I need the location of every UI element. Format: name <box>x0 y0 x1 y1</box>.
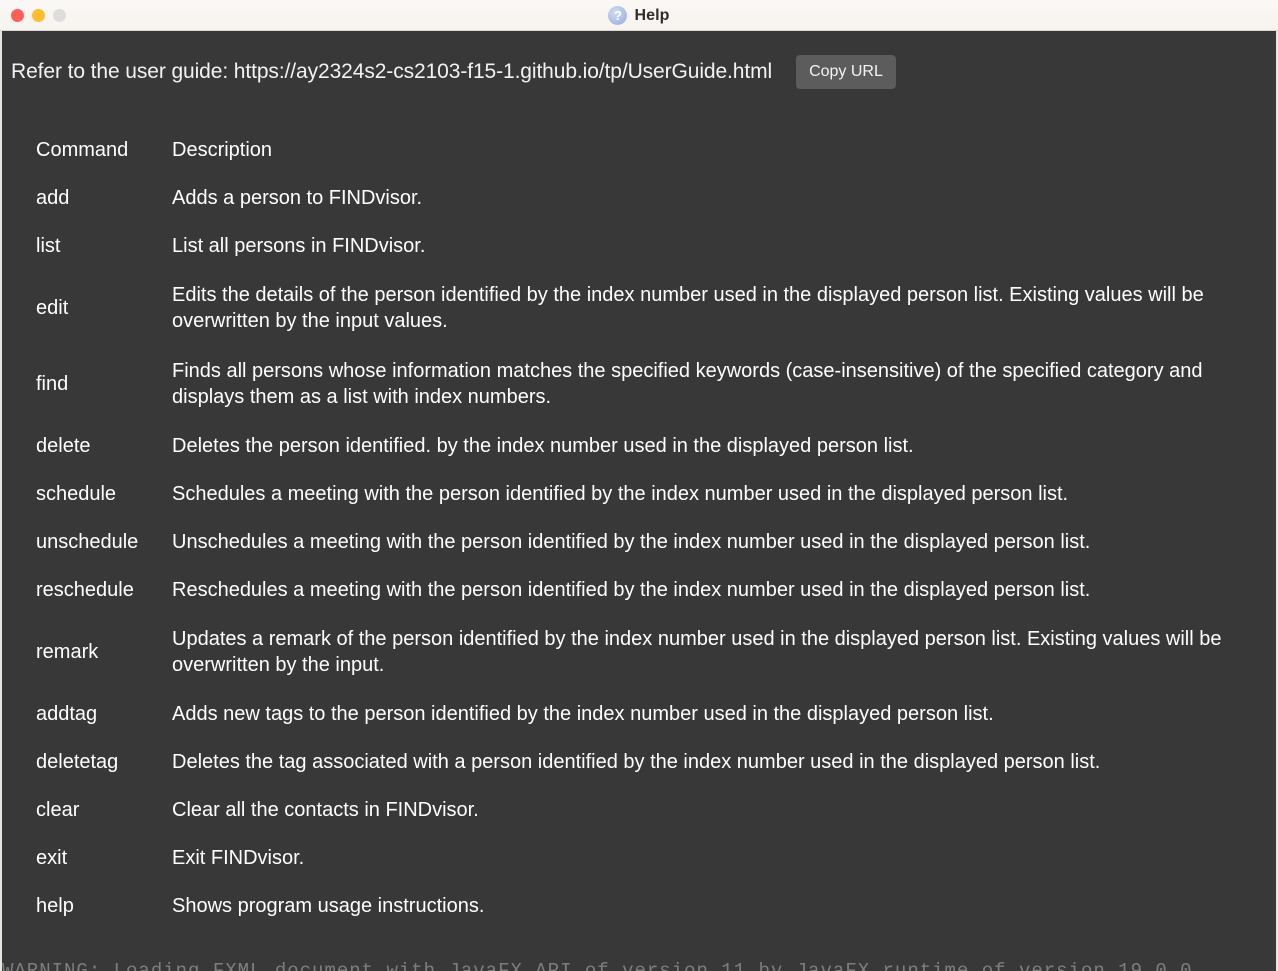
help-window: ? Help Refer to the user guide: https://… <box>0 0 1278 971</box>
command-description: Unschedules a meeting with the person id… <box>172 531 1091 553</box>
command-description: Reschedules a meeting with the person id… <box>172 579 1091 601</box>
table-row: addtag Adds new tags to the person ident… <box>2 691 1276 739</box>
table-row: schedule Schedules a meeting with the pe… <box>2 471 1276 519</box>
help-content: Refer to the user guide: https://ay2324s… <box>0 31 1278 971</box>
command-name: list <box>36 235 61 257</box>
command-description: Adds a person to FINDvisor. <box>172 187 423 209</box>
table-header: Command Description <box>2 127 1276 175</box>
command-name: addtag <box>36 703 98 725</box>
command-name: reschedule <box>36 579 134 601</box>
maximize-window-button[interactable] <box>53 8 66 22</box>
table-row: reschedule Reschedules a meeting with th… <box>2 567 1276 615</box>
minimize-window-button[interactable] <box>32 8 45 22</box>
command-description: Schedules a meeting with the person iden… <box>172 483 1069 505</box>
command-description: Adds new tags to the person identified b… <box>172 703 994 725</box>
table-row: clear Clear all the contacts in FINDviso… <box>2 787 1276 835</box>
command-description: List all persons in FINDvisor. <box>172 235 426 257</box>
command-summary-table: Command Description add Adds a person to… <box>2 127 1276 931</box>
column-header-description: Description <box>172 139 273 161</box>
command-description: Clear all the contacts in FINDvisor. <box>172 799 479 821</box>
javafx-warning-log: WARNING: Loading FXML document with Java… <box>2 960 1193 971</box>
column-header-command: Command <box>36 139 129 161</box>
table-row: unschedule Unschedules a meeting with th… <box>2 519 1276 567</box>
window-title: Help <box>634 6 670 24</box>
help-question-icon: ? <box>608 6 628 25</box>
command-name: deletetag <box>36 751 119 773</box>
command-description: Shows program usage instructions. <box>172 895 485 917</box>
command-name: add <box>36 187 70 209</box>
command-name: help <box>36 895 74 917</box>
table-body: add Adds a person to FINDvisor. list Lis… <box>2 175 1276 931</box>
command-name: clear <box>36 799 80 821</box>
command-name: delete <box>36 435 91 457</box>
command-name: exit <box>36 847 68 869</box>
table-row: edit Edits the details of the person ide… <box>2 271 1276 347</box>
close-window-button[interactable] <box>11 8 24 22</box>
table-row: deletetag Deletes the tag associated wit… <box>2 739 1276 787</box>
table-row: list List all persons in FINDvisor. <box>2 223 1276 271</box>
window-titlebar: ? Help <box>0 0 1278 31</box>
table-row: exit Exit FINDvisor. <box>2 835 1276 883</box>
command-description: Updates a remark of the person identifie… <box>172 628 1222 676</box>
user-guide-bar: Refer to the user guide: https://ay2324s… <box>2 31 1276 89</box>
command-description: Deletes the person identified. by the in… <box>172 435 914 457</box>
command-name: unschedule <box>36 531 139 553</box>
command-name: find <box>36 373 69 395</box>
table-row: find Finds all persons whose information… <box>2 347 1276 423</box>
command-name: remark <box>36 641 99 663</box>
window-controls <box>0 8 66 22</box>
table-row: add Adds a person to FINDvisor. <box>2 175 1276 223</box>
command-name: schedule <box>36 483 117 505</box>
table-header-row: Command Description <box>2 127 1276 175</box>
command-name: edit <box>36 297 69 319</box>
command-description: Deletes the tag associated with a person… <box>172 751 1101 773</box>
table-row: remark Updates a remark of the person id… <box>2 615 1276 691</box>
table-row: delete Deletes the person identified. by… <box>2 423 1276 471</box>
user-guide-label: Refer to the user guide: https://ay2324s… <box>11 59 773 83</box>
copy-url-button[interactable]: Copy URL <box>796 55 896 89</box>
command-description: Finds all persons whose information matc… <box>172 360 1203 408</box>
table-row: help Shows program usage instructions. <box>2 883 1276 931</box>
command-description: Edits the details of the person identifi… <box>172 284 1204 332</box>
command-description: Exit FINDvisor. <box>172 847 305 869</box>
window-title-group: ? Help <box>0 0 1278 31</box>
